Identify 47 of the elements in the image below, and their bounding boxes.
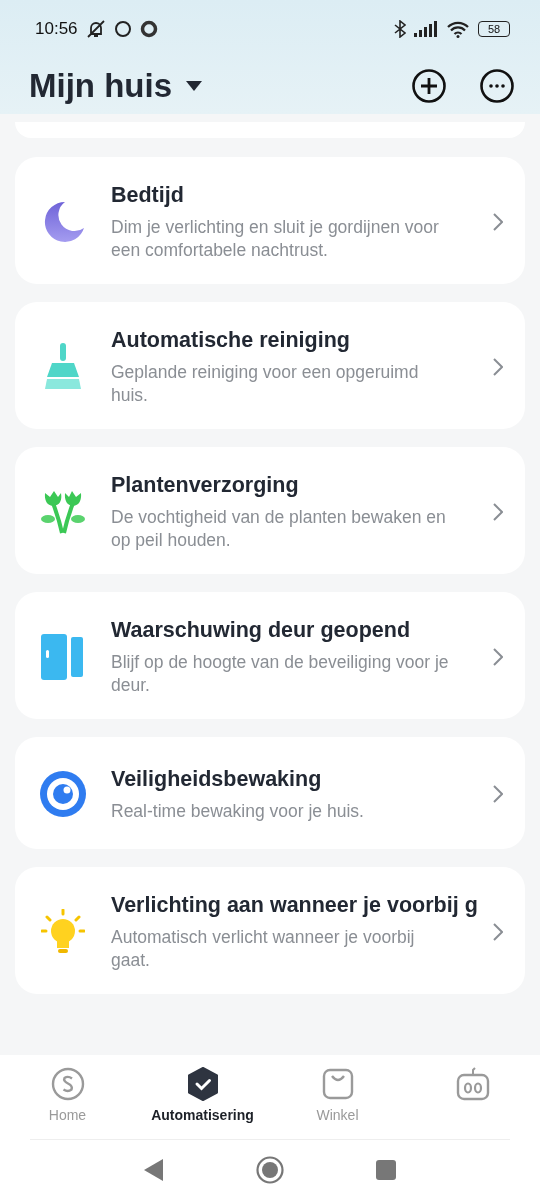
- more-icon[interactable]: [480, 69, 514, 103]
- clock-time: 10:56: [35, 19, 78, 39]
- chevron-right-icon: [493, 357, 503, 376]
- eye-icon: [40, 771, 86, 817]
- muted-bell-icon: [85, 19, 106, 39]
- battery-level: 58: [478, 21, 510, 37]
- home-selector[interactable]: Mijn huis: [29, 67, 202, 105]
- scene-card[interactable]: Verlichting aan wanneer je voorbij g Automatisch verlicht wanneer je voorbij gaat.: [15, 867, 525, 994]
- caret-icon: [186, 81, 202, 91]
- check-tab-icon: [185, 1067, 220, 1101]
- scene-title: Automatische reiniging: [111, 328, 351, 353]
- ring-icon: [139, 20, 158, 38]
- home-icon[interactable]: [256, 1156, 284, 1184]
- scene-description: Real-time bewaking voor je huis.: [111, 800, 365, 823]
- broom-icon: [43, 342, 83, 391]
- scene-title: Waarschuwing deur geopend: [111, 618, 412, 643]
- scene-card[interactable]: Bedtijd Dim je verlichting en sluit je gordijnen voor een comfortabele nachtrust.: [15, 157, 525, 284]
- chevron-right-icon: [493, 785, 503, 803]
- light-bulb-icon: [41, 908, 85, 955]
- bag-tab-icon: [320, 1067, 355, 1101]
- scene-description: Geplande reiniging voor een opgeruimd huis.: [111, 361, 420, 407]
- robot-tab-icon: [455, 1067, 490, 1101]
- chevron-right-icon: [493, 647, 503, 666]
- scene-title: Bedtijd: [111, 183, 185, 208]
- nav-tab[interactable]: Automatisering: [135, 1055, 270, 1139]
- home-tab-icon: [50, 1067, 85, 1101]
- add-icon[interactable]: [412, 69, 446, 103]
- scene-card[interactable]: Plantenverzorging De vochtigheid van de planten bewaken en op peil houden.: [15, 447, 525, 574]
- scene-card[interactable]: Veiligheidsbewaking Real-time bewaking voor je huis.: [15, 737, 525, 849]
- bluetooth-icon: [394, 20, 406, 38]
- door-icon: [41, 633, 85, 680]
- scene-description: Dim je verlichting en sluit je gordijnen voor een comfortabele nachtrust.: [111, 216, 440, 262]
- chevron-right-icon: [493, 212, 503, 231]
- scene-description: Automatisch verlicht wanneer je voorbij gaat.: [111, 926, 416, 972]
- signal-icon: [414, 21, 438, 37]
- chevron-right-icon: [493, 502, 503, 521]
- chevron-right-icon: [493, 922, 503, 941]
- scene-title: Veiligheidsbewaking: [111, 767, 323, 792]
- scene-card[interactable]: Automatische reiniging Geplande reiniging voor een opgeruimd huis.: [15, 302, 525, 429]
- scene-description: De vochtigheid van de planten bewaken en op peil houden.: [111, 506, 447, 552]
- back-icon[interactable]: [144, 1159, 164, 1181]
- scene-card[interactable]: Waarschuwing deur geopend Blijf op de hoogte van de beveiliging voor je deur.: [15, 592, 525, 719]
- circle-icon: [113, 20, 132, 38]
- scene-title: Plantenverzorging: [111, 473, 300, 498]
- scene-title: Verlichting aan wanneer je voorbij g: [111, 893, 479, 918]
- wifi-icon: [446, 20, 470, 38]
- scene-description: Blijf op de hoogte van de beveiliging voor je deur.: [111, 651, 450, 697]
